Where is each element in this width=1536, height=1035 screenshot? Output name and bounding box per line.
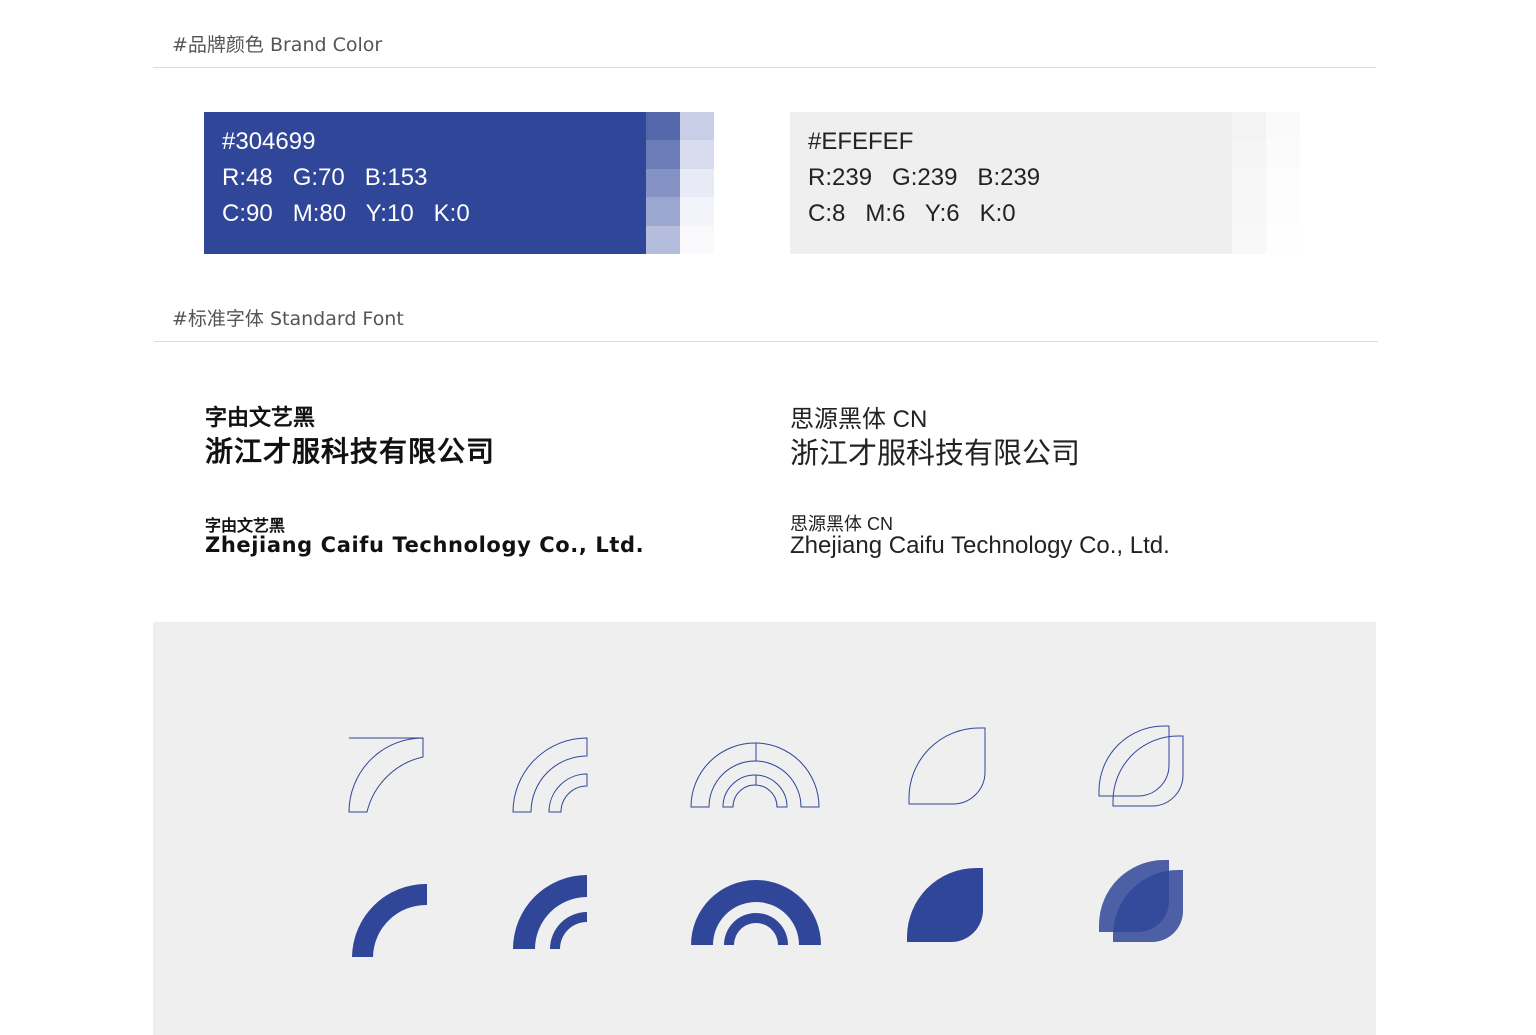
double-quarter-arc-filled-icon [513, 875, 587, 949]
double-semicircle-arch-filled-icon [691, 880, 821, 945]
light-font-cn-sample: 浙江才服科技有限公司 [790, 438, 1081, 470]
color-tint [1232, 112, 1266, 141]
standard-font-title: #标准字体 Standard Font [172, 308, 404, 330]
color-tint [646, 168, 680, 198]
color-cmyk: C:90 M:80 Y:10 K:0 [222, 200, 470, 227]
quarter-arc-outline-icon [348, 737, 424, 813]
brand-color-divider [153, 67, 1376, 68]
color-tint [1232, 140, 1266, 169]
double-semicircle-arch-outline-icon [690, 742, 820, 808]
color-tint [646, 112, 680, 141]
color-tint [1232, 225, 1266, 254]
color-tint [680, 140, 714, 169]
color-swatch-secondary-text: #EFEFEF R:239 G:239 B:239 C:8 M:6 Y:6 K:… [808, 124, 1040, 232]
color-cmyk: C:8 M:6 Y:6 K:0 [808, 200, 1016, 227]
overlapping-leaf-shapes-outline-icon [1098, 725, 1184, 807]
color-tint [1266, 168, 1300, 198]
color-tint [1232, 197, 1266, 226]
standard-font-divider [154, 341, 1378, 342]
overlapping-leaf-shapes-filled-icon [1099, 860, 1183, 942]
color-tint [1266, 140, 1300, 169]
color-tint [680, 112, 714, 141]
light-font-name: 思源黑体 CN [790, 406, 928, 433]
color-rgb: R:48 G:70 B:153 [222, 164, 428, 191]
heavy-font-en-sample: Zhejiang Caifu Technology Co., Ltd. [205, 533, 645, 557]
brand-color-title: #品牌颜色 Brand Color [172, 34, 383, 56]
leaf-shape-outline-icon [908, 727, 986, 805]
heavy-font-cn-sample: 浙江才服科技有限公司 [205, 435, 496, 468]
color-tint [1232, 168, 1266, 198]
color-tint [646, 197, 680, 226]
color-tint [680, 225, 714, 254]
graphic-elements-svg [348, 725, 1184, 957]
light-font-en-sample: Zhejiang Caifu Technology Co., Ltd. [790, 532, 1170, 559]
quarter-arc-filled-icon [352, 883, 427, 957]
color-swatch-primary-text: #304699 R:48 G:70 B:153 C:90 M:80 Y:10 K… [222, 124, 470, 232]
color-rgb: R:239 G:239 B:239 [808, 164, 1041, 191]
color-tint [646, 140, 680, 169]
color-hex: #304699 [222, 128, 316, 155]
heavy-font-name: 字由文艺黑 [205, 406, 316, 431]
double-quarter-arc-outline-icon [512, 737, 588, 813]
color-tint [680, 197, 714, 226]
color-tint [1266, 197, 1300, 226]
leaf-shape-filled-icon [907, 868, 983, 942]
color-tint [646, 225, 680, 254]
color-tint [1266, 112, 1300, 141]
color-hex: #EFEFEF [808, 128, 914, 155]
graphic-elements-panel [153, 622, 1376, 1035]
color-tint [680, 168, 714, 198]
color-tint [1266, 225, 1300, 254]
